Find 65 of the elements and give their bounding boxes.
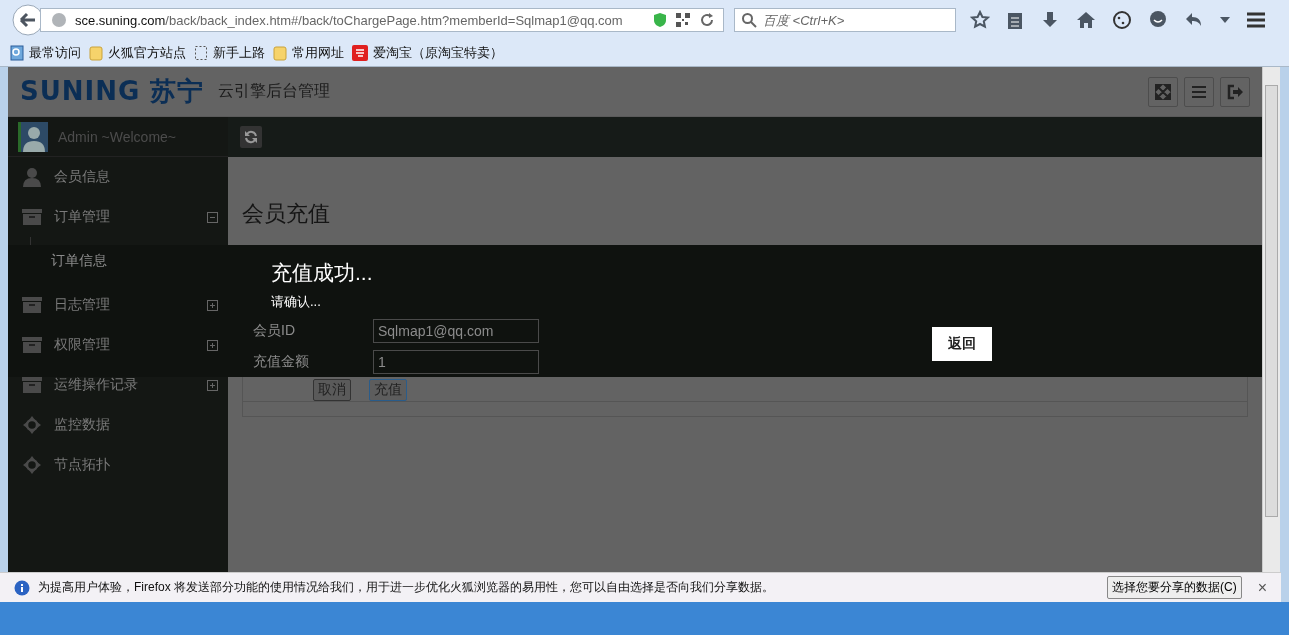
- bookmark-link[interactable]: 最常访问: [10, 44, 81, 62]
- bookmark-page-icon: [10, 45, 24, 61]
- sidebar-subitem[interactable]: 订单信息: [31, 237, 228, 285]
- cookie-icon[interactable]: [1112, 10, 1132, 30]
- expand-icon[interactable]: [207, 299, 218, 311]
- qr-code-icon[interactable]: [675, 12, 691, 28]
- url-text: sce.suning.com/back/back_index.htm#/back/toChargePage.htm?memberId=Sqlmap1@qq.com: [75, 12, 624, 28]
- person-icon: [22, 167, 42, 187]
- page-title: 会员充值: [241, 200, 331, 228]
- input-field[interactable]: 1: [373, 349, 539, 374]
- avatar-icon: [18, 121, 48, 152]
- sidebar-item[interactable]: 权限管理: [8, 325, 228, 365]
- collapse-icon[interactable]: [207, 211, 218, 223]
- close-button[interactable]: ×: [1255, 578, 1269, 597]
- archive-box-icon: [22, 295, 42, 315]
- field-label: 会员ID: [252, 322, 296, 341]
- shield-icon: [653, 12, 667, 28]
- bookmark-link[interactable]: 爱淘宝（原淘宝特卖）: [352, 44, 503, 62]
- folder-icon: [273, 45, 287, 61]
- app-title: 云引擎后台管理: [218, 81, 331, 101]
- sidebar-item[interactable]: 节点拓扑: [8, 445, 228, 485]
- globe-icon: [51, 12, 67, 28]
- sidebar-item[interactable]: 监控数据: [8, 405, 228, 445]
- fullscreen-button[interactable]: [1148, 76, 1178, 107]
- sidebar-item[interactable]: 日志管理: [8, 285, 228, 325]
- dropdown-caret-icon[interactable]: [1220, 17, 1230, 23]
- refresh-icon: [244, 130, 258, 144]
- back-button[interactable]: 返回: [932, 327, 992, 361]
- home-icon[interactable]: [1076, 10, 1096, 30]
- refresh-button[interactable]: [240, 126, 262, 148]
- menu-button[interactable]: [1184, 76, 1214, 107]
- bookmark-link[interactable]: 火狐官方站点: [89, 44, 186, 62]
- shopping-site-icon: [352, 45, 368, 61]
- dashed-page-icon: [194, 45, 208, 61]
- folder-icon: [89, 45, 103, 61]
- dialog-message: 请确认...: [271, 293, 322, 311]
- logout-button[interactable]: [1220, 76, 1250, 107]
- search-icon: [741, 12, 757, 28]
- reload-icon[interactable]: [699, 12, 715, 28]
- address-bar[interactable]: sce.suning.com/back/back_index.htm#/back/toChargePage.htm?memberId=Sqlmap1@qq.com: [40, 8, 724, 32]
- scrollbar[interactable]: [1262, 67, 1280, 572]
- input-field[interactable]: Sqlmap1@qq.com: [373, 319, 539, 344]
- archive-box-icon: [22, 207, 42, 227]
- archive-box-icon: [22, 335, 42, 355]
- bookmark-link[interactable]: 新手上路: [194, 44, 265, 62]
- user-greeting: Admin ~Welcome~: [58, 128, 176, 145]
- star-icon[interactable]: [970, 10, 990, 30]
- bookmark-link[interactable]: 常用网址: [273, 44, 344, 62]
- search-field[interactable]: 百度 <Ctrl+K>: [734, 8, 956, 32]
- menu-icon[interactable]: [1246, 12, 1266, 28]
- logout-icon: [1226, 82, 1244, 101]
- expand-icon[interactable]: [207, 379, 218, 391]
- dialog-title: 充值成功...: [271, 260, 373, 286]
- clipboard-list-icon[interactable]: [1006, 10, 1024, 30]
- archive-box-icon: [22, 375, 42, 395]
- smiley-icon[interactable]: [1148, 10, 1168, 30]
- expand-icon[interactable]: [207, 339, 218, 351]
- sidebar-item[interactable]: 运维操作记录: [8, 365, 228, 405]
- logo: SUNING 苏宁: [20, 75, 205, 108]
- sidebar-item[interactable]: 订单管理: [8, 197, 228, 237]
- info-icon: [14, 579, 30, 596]
- field-label: 充值金额: [252, 352, 310, 371]
- sidebar-item[interactable]: 会员信息: [8, 157, 228, 197]
- share-data-button[interactable]: 选择您要分享的数据(C): [1107, 576, 1242, 599]
- notification-text: 为提高用户体验，Firefox 将发送部分功能的使用情况给我们，用于进一步优化火狐浏览器的易用性，您可以自由选择是否向我们分享数据。: [38, 579, 774, 596]
